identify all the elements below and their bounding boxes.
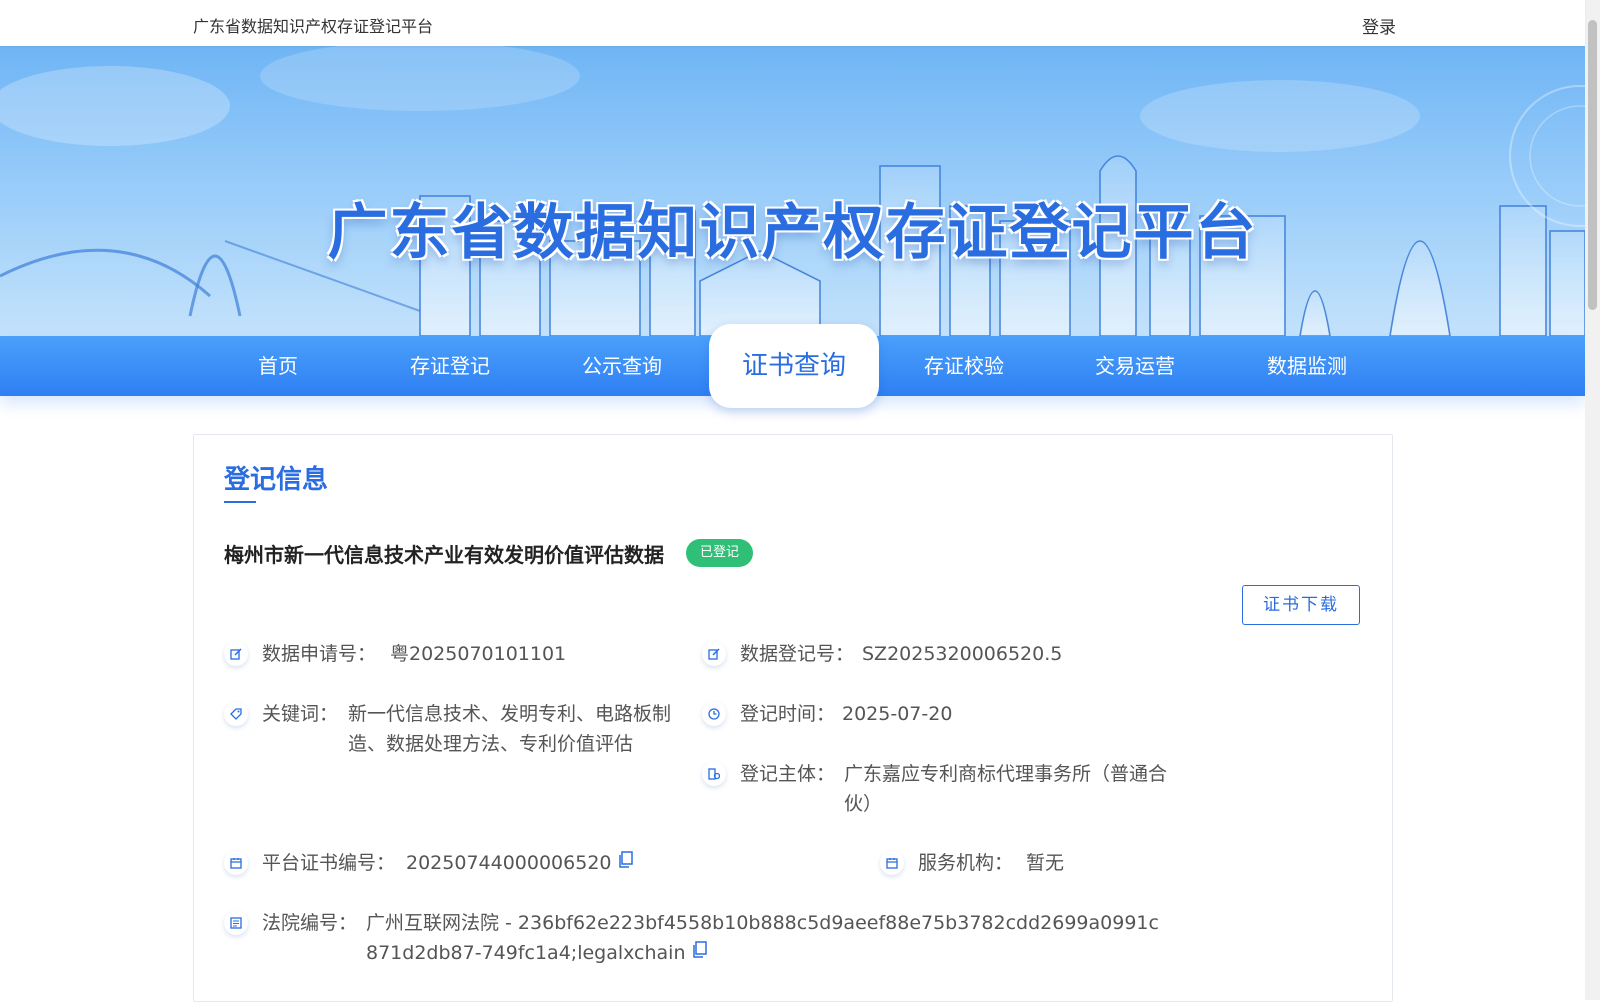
- field-label: 关键词：: [262, 703, 339, 725]
- tag-icon: [224, 702, 248, 726]
- top-bar: 广东省数据知识产权存证登记平台 登录: [0, 0, 1585, 46]
- field-value: 粤2025070101101: [390, 643, 567, 665]
- copy-icon[interactable]: [692, 940, 708, 959]
- field-registration-time: 登记时间： 2025-07-20: [702, 699, 1102, 729]
- scrollbar-thumb[interactable]: [1588, 20, 1597, 310]
- nav-verify[interactable]: 存证校验: [879, 336, 1049, 396]
- edit-icon: [224, 642, 248, 666]
- field-label: 平台证书编号：: [262, 852, 396, 874]
- main-nav: 首页 存证登记 公示查询 证书查询 存证校验 交易运营 数据监测: [0, 324, 1585, 408]
- copy-icon[interactable]: [618, 850, 634, 869]
- status-badge: 已登记: [686, 539, 754, 567]
- certificate-no-text: 20250744000006520: [406, 852, 612, 874]
- field-label: 法院编号：: [262, 912, 358, 934]
- calendar-icon: [880, 851, 904, 875]
- login-link[interactable]: 登录: [1362, 13, 1396, 38]
- entity-icon: [702, 762, 726, 786]
- field-value: 广东嘉应专利商标代理事务所（普通合伙）: [844, 763, 1168, 815]
- field-label: 登记主体：: [740, 763, 836, 785]
- field-registration-no: 数据登记号： SZ2025320006520.5: [702, 639, 1202, 669]
- calendar-icon: [224, 851, 248, 875]
- hero-banner: 广东省数据知识产权存证登记平台: [0, 46, 1585, 336]
- nav-register[interactable]: 存证登记: [365, 336, 535, 396]
- nav-public-query[interactable]: 公示查询: [537, 336, 707, 396]
- section-underline: [224, 501, 256, 503]
- field-certificate-no: 平台证书编号： 20250744000006520: [224, 848, 824, 878]
- item-title: 梅州市新一代信息技术产业有效发明价值评估数据: [224, 543, 664, 567]
- field-label: 登记时间：: [740, 703, 836, 725]
- field-label: 数据登记号：: [740, 643, 855, 665]
- nav-certificate-query[interactable]: 证书查询: [709, 324, 879, 408]
- certificate-download-button[interactable]: 证书下载: [1242, 585, 1360, 625]
- nav-home[interactable]: 首页: [193, 336, 363, 396]
- nav-trading[interactable]: 交易运营: [1050, 336, 1220, 396]
- field-value: 广州互联网法院 - 236bf62e223bf4558b10b888c5d9ae…: [366, 908, 1166, 968]
- clock-icon: [702, 702, 726, 726]
- field-value: 新一代信息技术、发明专利、电路板制造、数据处理方法、专利价值评估: [348, 703, 672, 755]
- field-value: 暂无: [1026, 852, 1065, 874]
- court-no-text: 广州互联网法院 - 236bf62e223bf4558b10b888c5d9ae…: [366, 912, 1159, 964]
- site-title: 广东省数据知识产权存证登记平台: [193, 17, 434, 36]
- registration-card: 登记信息 梅州市新一代信息技术产业有效发明价值评估数据 已登记 证书下载 数据申…: [193, 434, 1393, 1002]
- edit-icon: [702, 642, 726, 666]
- section-title: 登记信息: [224, 465, 329, 495]
- field-application-no: 数据申请号： 粤2025070101101: [224, 639, 664, 669]
- field-label: 数据申请号：: [262, 643, 377, 665]
- document-icon: [224, 911, 248, 935]
- field-value: SZ2025320006520.5: [862, 643, 1063, 665]
- field-value: 2025-07-20: [842, 703, 953, 725]
- field-service-org: 服务机构： 暂无: [880, 848, 1280, 878]
- field-value: 20250744000006520: [406, 848, 634, 878]
- nav-monitoring[interactable]: 数据监测: [1222, 336, 1392, 396]
- field-keywords: 关键词： 新一代信息技术、发明专利、电路板制造、数据处理方法、专利价值评估: [224, 699, 684, 763]
- field-label: 服务机构：: [918, 852, 1014, 874]
- field-registration-subject: 登记主体： 广东嘉应专利商标代理事务所（普通合伙）: [702, 759, 1182, 823]
- hero-title: 广东省数据知识产权存证登记平台: [327, 198, 1258, 268]
- field-court-no: 法院编号： 广州互联网法院 - 236bf62e223bf4558b10b888…: [224, 908, 1344, 972]
